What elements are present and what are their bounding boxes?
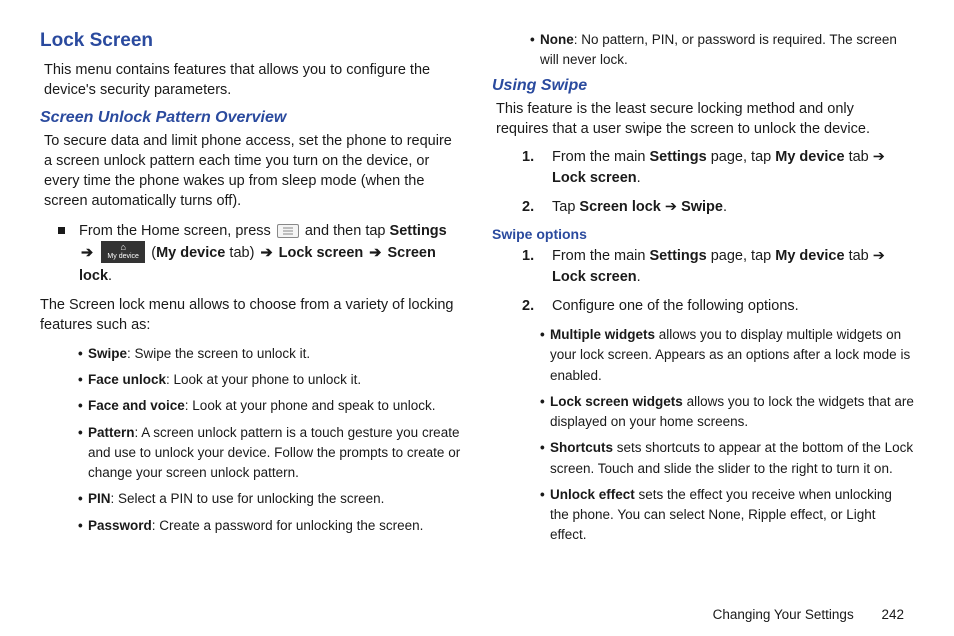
bold-label: Lock screen [552,269,637,285]
option-name: Shortcuts [550,440,613,455]
step-text: Tap Screen lock ➔ Swipe. [552,197,914,218]
step-number: 2. [522,296,540,317]
step-number: 2. [522,197,540,218]
page-number: 242 [881,607,904,622]
device-icon-label: My device [107,252,139,263]
text-fragment: From the main [552,248,650,264]
list-item: Shortcuts sets shortcuts to appear at th… [550,438,914,479]
feature-name: Swipe [88,346,127,361]
text-fragment: page, tap [707,248,776,264]
nav-text-fragment: From the Home screen, press [79,223,275,239]
feature-desc: : Select a PIN to use for unlocking the … [111,491,385,506]
text-fragment: From the main [552,149,650,165]
nav-settings-label: Settings [390,223,447,239]
menu-button-icon [277,224,299,238]
feature-desc: : Look at your phone to unlock it. [166,372,361,387]
heading-screen-unlock-pattern: Screen Unlock Pattern Overview [40,109,462,127]
phone-glyph-icon: ⌂ [120,243,125,252]
feature-name: PIN [88,491,111,506]
list-item: Face unlock: Look at your phone to unloc… [88,370,462,390]
feature-desc: : Look at your phone and speak to unlock… [185,398,436,413]
step-text: From the main Settings page, tap My devi… [552,147,914,189]
list-item: Face and voice: Look at your phone and s… [88,396,462,416]
feature-name: Password [88,518,152,533]
text-fragment: . [637,170,641,186]
nav-mydevice-label: My device [156,245,225,261]
list-item: Lock screen widgets allows you to lock t… [550,392,914,433]
bold-label: Screen lock [579,199,660,215]
bold-label: My device [775,149,844,165]
list-item: None: No pattern, PIN, or password is re… [540,30,914,71]
arrow-icon: ➔ [81,245,93,261]
two-column-layout: Lock Screen This menu contains features … [40,30,914,585]
bold-label: Settings [650,248,707,264]
lock-features-list-continued: None: No pattern, PIN, or password is re… [540,30,914,71]
step-item: 2. Tap Screen lock ➔ Swipe. [522,197,914,218]
arrow-icon: ➔ [369,245,381,261]
swipe-steps: 1. From the main Settings page, tap My d… [522,147,914,218]
swipe-intro: This feature is the least secure locking… [496,99,910,140]
lock-features-list: Swipe: Swipe the screen to unlock it. Fa… [88,344,462,536]
text-fragment: page, tap [707,149,776,165]
text-fragment: ➔ [661,199,681,215]
option-name: Multiple widgets [550,327,655,342]
arrow-icon: ➔ [260,245,272,261]
nav-lockscreen-label: Lock screen [279,245,364,261]
text-fragment: . [637,269,641,285]
feature-name: Face and voice [88,398,185,413]
square-bullet-icon [58,227,65,234]
nav-text-fragment: and then tap [305,223,390,239]
nav-instruction-text: From the Home screen, press and then tap… [79,220,462,287]
bold-label: My device [775,248,844,264]
bold-label: Settings [650,149,707,165]
list-item: Password: Create a password for unlockin… [88,516,462,536]
text-fragment: tab ➔ [845,149,885,165]
feature-name: Pattern [88,425,135,440]
feature-desc: : No pattern, PIN, or password is requir… [540,32,897,67]
step-number: 1. [522,246,540,267]
nav-text-fragment: tab) [225,245,258,261]
text-fragment: . [723,199,727,215]
heading-using-swipe: Using Swipe [492,77,914,95]
nav-instruction: From the Home screen, press and then tap… [58,220,462,287]
option-name: Unlock effect [550,487,635,502]
feature-name: Face unlock [88,372,166,387]
step-item: 1. From the main Settings page, tap My d… [522,147,914,189]
swipe-options-steps: 1. From the main Settings page, tap My d… [522,246,914,317]
features-intro: The Screen lock menu allows to choose fr… [40,295,458,336]
list-item: Pattern: A screen unlock pattern is a to… [88,423,462,484]
option-name: Lock screen widgets [550,394,683,409]
feature-desc: : Create a password for unlocking the sc… [152,518,424,533]
step-number: 1. [522,147,540,168]
my-device-tab-icon: ⌂ My device [101,241,145,263]
step-text: From the main Settings page, tap My devi… [552,246,914,288]
list-item: PIN: Select a PIN to use for unlocking t… [88,489,462,509]
intro-paragraph: This menu contains features that allows … [44,60,458,101]
section-name: Changing Your Settings [713,607,854,622]
bold-label: Lock screen [552,170,637,186]
bold-label: Swipe [681,199,723,215]
text-fragment: Tap [552,199,579,215]
page-footer: Changing Your Settings 242 [713,607,904,622]
swipe-options-list: Multiple widgets allows you to display m… [550,325,914,546]
right-column: None: No pattern, PIN, or password is re… [492,30,914,585]
heading-lock-screen: Lock Screen [40,30,462,52]
heading-swipe-options: Swipe options [492,226,914,242]
feature-name: None [540,32,574,47]
text-fragment: tab ➔ [845,248,885,264]
overview-paragraph: To secure data and limit phone access, s… [44,131,458,212]
step-text: Configure one of the following options. [552,296,914,317]
feature-desc: : Swipe the screen to unlock it. [127,346,310,361]
list-item: Swipe: Swipe the screen to unlock it. [88,344,462,364]
step-item: 1. From the main Settings page, tap My d… [522,246,914,288]
step-item: 2. Configure one of the following option… [522,296,914,317]
list-item: Unlock effect sets the effect you receiv… [550,485,914,546]
feature-desc: : A screen unlock pattern is a touch ges… [88,425,460,481]
left-column: Lock Screen This menu contains features … [40,30,462,585]
list-item: Multiple widgets allows you to display m… [550,325,914,386]
